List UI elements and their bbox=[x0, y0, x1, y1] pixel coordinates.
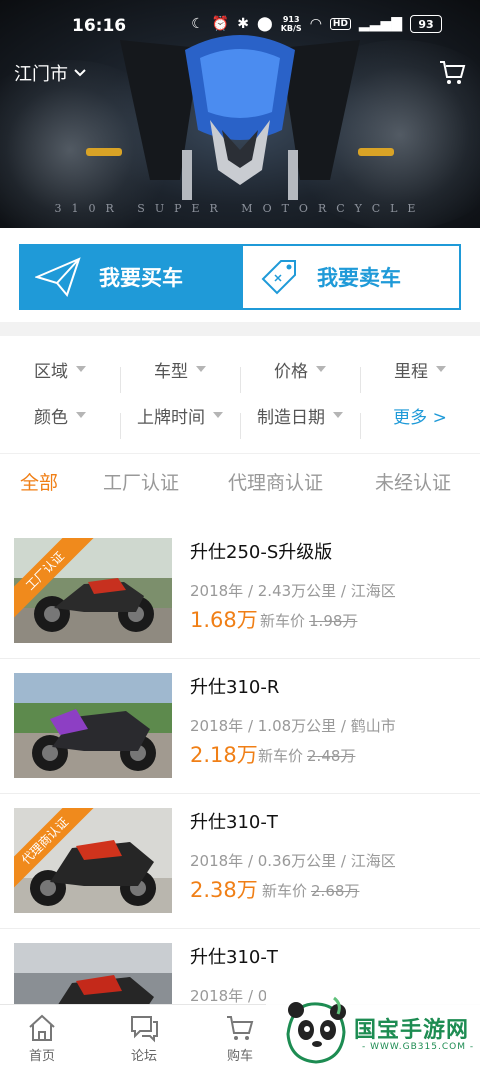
listing-meta: 2018年 / 2.43万公里 / 江海区 bbox=[190, 582, 396, 600]
home-icon bbox=[29, 1014, 55, 1041]
buy-sell-row: 我要买车 我要卖车 bbox=[19, 244, 461, 310]
price-tag-icon bbox=[261, 260, 296, 295]
dropdown-triangle-icon bbox=[76, 366, 86, 372]
dropdown-triangle-icon bbox=[196, 366, 206, 372]
listing-title: 升仕310-R bbox=[190, 677, 280, 698]
listing-price: 1.68万 bbox=[190, 608, 258, 632]
nav-home[interactable]: 首页 bbox=[12, 1013, 72, 1064]
listing-title: 升仕310-T bbox=[190, 812, 278, 833]
listing-new-price: 新车价 1.98万 bbox=[260, 612, 358, 630]
listing-photo: 工厂认证 bbox=[14, 538, 172, 643]
certification-tabs: 全部 工厂认证 代理商认证 未经认证 bbox=[0, 462, 480, 506]
section-divider bbox=[0, 446, 480, 454]
listing-price: 2.38万 bbox=[190, 878, 258, 902]
sell-car-button[interactable]: 我要卖车 bbox=[243, 246, 459, 308]
listing-price: 2.18万 bbox=[190, 743, 258, 767]
filter-model[interactable]: 车型 bbox=[120, 357, 240, 393]
nav-forum[interactable]: 论坛 bbox=[114, 1013, 174, 1064]
watermark-url: - WWW.GB315.COM - bbox=[362, 1042, 475, 1052]
listing-item[interactable]: 代理商认证 升仕310-T 2018年 / 0.36万公里 / 江海区 2.38… bbox=[0, 794, 480, 929]
listing-meta: 2018年 / 1.08万公里 / 鹤山市 bbox=[190, 717, 396, 735]
tab-all[interactable]: 全部 bbox=[20, 468, 58, 495]
buy-car-label: 我要买车 bbox=[99, 266, 183, 290]
cart-icon[interactable] bbox=[438, 58, 466, 90]
tab-dealer-certified[interactable]: 代理商认证 bbox=[228, 468, 323, 495]
listing-item[interactable]: 升仕310-R 2018年 / 1.08万公里 / 鹤山市 2.18万 新车价 2… bbox=[0, 659, 480, 794]
city-label: 江门市 bbox=[14, 64, 68, 85]
dropdown-triangle-icon bbox=[316, 366, 326, 372]
listing-item[interactable]: 工厂认证 升仕250-S升级版 2018年 / 2.43万公里 / 江海区 1.… bbox=[0, 524, 480, 659]
filter-row: 颜色 上牌时间 制造日期 更多 > bbox=[0, 392, 480, 439]
listing-new-price: 新车价 2.68万 bbox=[262, 882, 360, 900]
filter-manufacture-date[interactable]: 制造日期 bbox=[240, 403, 360, 439]
dropdown-triangle-icon bbox=[436, 366, 446, 372]
filter-region[interactable]: 区域 bbox=[0, 357, 120, 382]
filter-price[interactable]: 价格 bbox=[240, 357, 360, 393]
chevron-down-icon bbox=[74, 69, 86, 77]
panda-logo-icon bbox=[286, 996, 346, 1064]
watermark: 国宝手游网 - WWW.GB315.COM - bbox=[266, 990, 480, 1072]
listing-photo bbox=[14, 673, 172, 778]
banner-caption: 310R SUPER MOTORCYCLE bbox=[54, 202, 426, 215]
section-divider bbox=[0, 322, 480, 336]
filter-more-button[interactable]: 更多 > bbox=[360, 403, 480, 439]
battery-icon: 93 bbox=[410, 15, 442, 33]
cart-icon bbox=[227, 1016, 254, 1040]
alarm-icon: ⏰ bbox=[211, 16, 230, 32]
listing-title: 升仕250-S升级版 bbox=[190, 542, 333, 563]
tab-factory-certified[interactable]: 工厂认证 bbox=[103, 468, 179, 495]
paper-plane-icon bbox=[35, 257, 81, 297]
hd-badge: HD bbox=[329, 18, 351, 30]
status-time: 16:16 bbox=[72, 16, 127, 36]
dropdown-triangle-icon bbox=[76, 412, 86, 418]
sell-car-label: 我要卖车 bbox=[317, 266, 401, 290]
nav-buy-car[interactable]: 购车 bbox=[210, 1013, 270, 1064]
network-speed: 913 KB/S bbox=[280, 15, 302, 33]
filter-mileage[interactable]: 里程 bbox=[360, 357, 480, 393]
watermark-text: 国宝手游网 bbox=[354, 1018, 470, 1043]
forum-icon bbox=[131, 1016, 158, 1043]
listing-title: 升仕310-T bbox=[190, 947, 278, 968]
buy-car-button[interactable]: 我要买车 bbox=[21, 246, 243, 308]
dropdown-triangle-icon bbox=[213, 412, 223, 418]
tab-uncertified[interactable]: 未经认证 bbox=[375, 468, 451, 495]
filter-registration-date[interactable]: 上牌时间 bbox=[120, 403, 240, 439]
listing-meta: 2018年 / 0 bbox=[190, 987, 268, 1005]
wifi-icon: ◠ bbox=[309, 16, 322, 32]
dropdown-triangle-icon bbox=[333, 412, 343, 418]
listing-photo: 代理商认证 bbox=[14, 808, 172, 913]
filter-row: 区域 车型 价格 里程 bbox=[0, 346, 480, 393]
listing-meta: 2018年 / 0.36万公里 / 江海区 bbox=[190, 852, 396, 870]
bluetooth-icon: ✱ bbox=[237, 16, 250, 32]
signal-icon: ▂▃▅▇ bbox=[358, 16, 402, 32]
filter-color[interactable]: 颜色 bbox=[0, 403, 120, 428]
moon-icon: ☾ bbox=[191, 16, 204, 32]
filter-panel: 区域 车型 价格 里程 颜色 上牌时间 制造日期 更多 > bbox=[0, 346, 480, 439]
status-bar: 16:16 ☾ ⏰ ✱ ⬤ 913 KB/S ◠ HD ▂▃▅▇ 93 bbox=[0, 0, 480, 54]
city-selector[interactable]: 江门市 bbox=[14, 60, 86, 86]
status-icons: ☾ ⏰ ✱ ⬤ 913 KB/S ◠ HD ▂▃▅▇ 93 bbox=[191, 15, 442, 33]
listing-new-price: 新车价 2.48万 bbox=[258, 747, 356, 765]
location-icon: ⬤ bbox=[257, 16, 273, 32]
